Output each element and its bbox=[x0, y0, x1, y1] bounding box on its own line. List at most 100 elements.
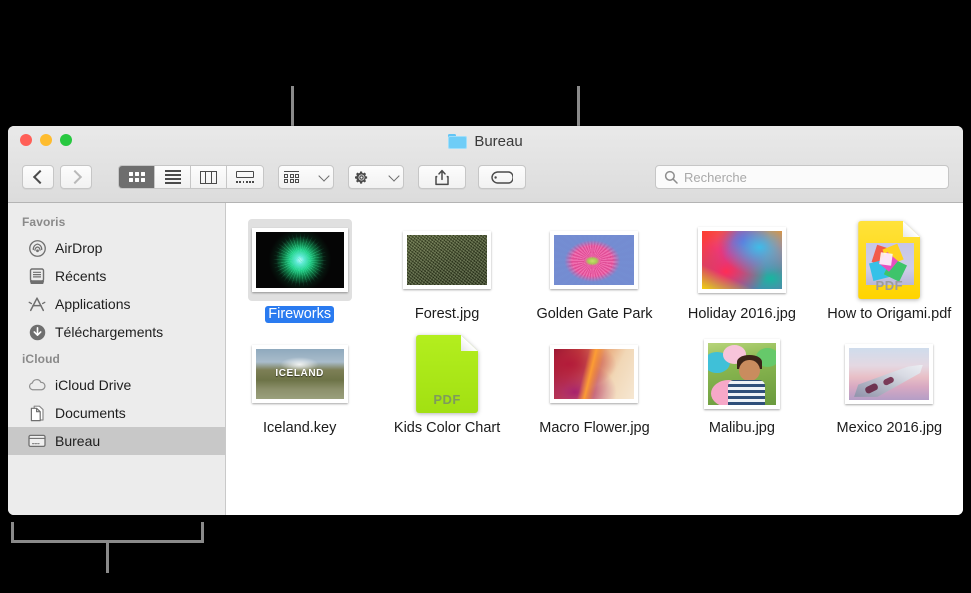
window-body: Favoris AirDrop bbox=[8, 203, 963, 515]
pdf-document-icon: PDF bbox=[416, 335, 478, 413]
sidebar-item-label: Bureau bbox=[55, 433, 100, 449]
file-thumbnail: PDF bbox=[395, 333, 499, 415]
airdrop-icon bbox=[28, 239, 46, 257]
sidebar-item-label: AirDrop bbox=[55, 240, 102, 256]
sidebar-section-favoris: Favoris bbox=[8, 209, 225, 234]
share-button[interactable] bbox=[418, 165, 466, 189]
window-title-text: Bureau bbox=[474, 133, 522, 150]
minimize-window-button[interactable] bbox=[40, 134, 52, 146]
file-grid: Fireworks Forest.jpg Golden Gate Park bbox=[226, 217, 963, 437]
gear-icon bbox=[354, 170, 369, 185]
mexico-image-icon bbox=[845, 344, 933, 404]
icon-view-button[interactable] bbox=[119, 166, 155, 188]
file-thumbnail bbox=[690, 333, 794, 415]
folder-icon bbox=[448, 134, 467, 149]
pdf-badge: PDF bbox=[416, 392, 478, 407]
action-menu-button[interactable] bbox=[348, 165, 404, 189]
file-thumbnail: PDF bbox=[837, 219, 941, 301]
tags-button[interactable] bbox=[478, 165, 526, 189]
file-item-fireworks[interactable]: Fireworks bbox=[226, 217, 373, 323]
sidebar-item-label: Documents bbox=[55, 405, 126, 421]
chevron-right-icon bbox=[67, 170, 81, 184]
sidebar-item-icloud-drive[interactable]: iCloud Drive bbox=[8, 371, 225, 399]
file-item-forest[interactable]: Forest.jpg bbox=[373, 217, 520, 323]
file-label: Fireworks bbox=[265, 306, 334, 323]
file-thumbnail bbox=[542, 333, 646, 415]
arrange-grid-icon bbox=[284, 171, 299, 184]
macro-flower-image-icon bbox=[550, 345, 638, 403]
file-thumbnail bbox=[395, 219, 499, 301]
file-item-malibu[interactable]: Malibu.jpg bbox=[668, 331, 815, 437]
file-label: Malibu.jpg bbox=[706, 420, 778, 437]
callout-sidebar-left-cap bbox=[11, 522, 14, 540]
downloads-icon bbox=[28, 323, 46, 341]
sidebar-section-icloud: iCloud bbox=[8, 346, 225, 371]
sidebar-item-label: Téléchargements bbox=[55, 324, 163, 340]
forward-button[interactable] bbox=[60, 165, 92, 189]
grid-icon bbox=[129, 172, 145, 182]
search-icon bbox=[664, 170, 678, 184]
cloud-icon bbox=[28, 376, 46, 394]
zoom-window-button[interactable] bbox=[60, 134, 72, 146]
file-label: How to Origami.pdf bbox=[824, 306, 954, 323]
file-item-kids-color-chart[interactable]: PDF Kids Color Chart bbox=[373, 331, 520, 437]
close-window-button[interactable] bbox=[20, 134, 32, 146]
file-label: Kids Color Chart bbox=[391, 420, 503, 437]
search-field[interactable]: Recherche bbox=[655, 165, 949, 189]
view-mode-segmented-control bbox=[118, 165, 264, 189]
file-thumbnail bbox=[837, 333, 941, 415]
share-icon bbox=[434, 169, 450, 186]
file-label: Holiday 2016.jpg bbox=[685, 306, 799, 323]
coverflow-icon bbox=[236, 171, 254, 184]
list-view-button[interactable] bbox=[155, 166, 191, 188]
sidebar-item-bureau[interactable]: Bureau bbox=[8, 427, 225, 455]
sidebar-item-label: Récents bbox=[55, 268, 106, 284]
file-label: Macro Flower.jpg bbox=[536, 420, 652, 437]
file-item-macro-flower[interactable]: Macro Flower.jpg bbox=[521, 331, 668, 437]
pdf-document-icon: PDF bbox=[858, 221, 920, 299]
fireworks-image-icon bbox=[252, 228, 348, 292]
finder-toolbar: Recherche bbox=[8, 159, 963, 195]
finder-sidebar: Favoris AirDrop bbox=[8, 203, 226, 515]
file-label: Golden Gate Park bbox=[533, 306, 655, 323]
chevron-left-icon bbox=[32, 170, 46, 184]
arrange-by-button[interactable] bbox=[278, 165, 334, 189]
finder-window: Bureau bbox=[8, 126, 963, 515]
sidebar-item-airdrop[interactable]: AirDrop bbox=[8, 234, 225, 262]
callout-sidebar-stem bbox=[106, 540, 109, 573]
file-item-golden-gate-park[interactable]: Golden Gate Park bbox=[521, 217, 668, 323]
file-label: Forest.jpg bbox=[412, 306, 482, 323]
columns-icon bbox=[200, 171, 217, 184]
sidebar-item-label: iCloud Drive bbox=[55, 377, 131, 393]
file-label: Iceland.key bbox=[260, 420, 339, 437]
sidebar-item-downloads[interactable]: Téléchargements bbox=[8, 318, 225, 346]
list-icon bbox=[165, 170, 181, 184]
applications-icon bbox=[28, 295, 46, 313]
sidebar-item-applications[interactable]: Applications bbox=[8, 290, 225, 318]
holiday-image-icon bbox=[698, 227, 786, 293]
file-thumbnail bbox=[690, 219, 794, 301]
file-item-holiday-2016[interactable]: Holiday 2016.jpg bbox=[668, 217, 815, 323]
file-item-how-to-origami[interactable]: PDF How to Origami.pdf bbox=[816, 217, 963, 323]
chevron-down-icon bbox=[388, 170, 399, 181]
search-placeholder: Recherche bbox=[684, 170, 747, 185]
window-titlebar: Bureau bbox=[8, 126, 963, 203]
window-controls bbox=[20, 134, 72, 146]
back-button[interactable] bbox=[22, 165, 54, 189]
documents-icon bbox=[28, 404, 46, 422]
navigation-buttons bbox=[22, 165, 92, 189]
iceland-title-overlay: ICELAND bbox=[256, 368, 344, 379]
malibu-image-icon bbox=[704, 339, 780, 409]
sidebar-item-documents[interactable]: Documents bbox=[8, 399, 225, 427]
sidebar-item-recents[interactable]: Récents bbox=[8, 262, 225, 290]
column-view-button[interactable] bbox=[191, 166, 227, 188]
chevron-down-icon bbox=[318, 170, 329, 181]
sidebar-item-label: Applications bbox=[55, 296, 131, 312]
pdf-badge: PDF bbox=[858, 278, 920, 293]
golden-gate-park-image-icon bbox=[550, 231, 638, 289]
coverflow-view-button[interactable] bbox=[227, 166, 263, 188]
desktop-icon bbox=[28, 432, 46, 450]
file-thumbnail bbox=[248, 219, 352, 301]
file-item-mexico-2016[interactable]: Mexico 2016.jpg bbox=[816, 331, 963, 437]
file-item-iceland[interactable]: ICELAND Iceland.key bbox=[226, 331, 373, 437]
